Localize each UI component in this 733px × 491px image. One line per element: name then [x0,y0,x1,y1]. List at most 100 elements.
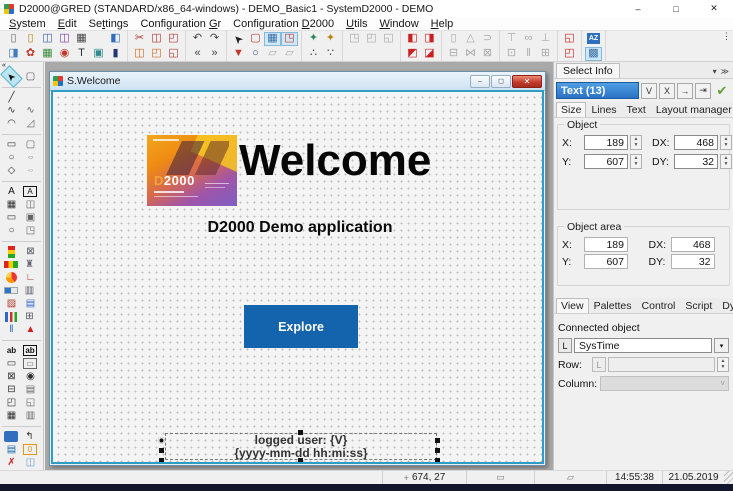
text-settings[interactable]: T [73,47,90,61]
show-grid[interactable]: ▩ [585,47,602,61]
rounded-rect-tool[interactable]: ▢ [21,138,40,151]
align-center[interactable]: △ [462,32,479,46]
row-field[interactable] [608,357,715,372]
filled-frame-tool[interactable]: ▣ [21,211,40,224]
next-object-button[interactable]: → [677,83,693,99]
field-spinner[interactable]: ▲▼ [720,135,732,150]
eraser-2[interactable]: ▱ [281,47,298,61]
row-spinner[interactable]: ▲▼ [717,357,729,372]
jump-tool[interactable]: ↰ [20,430,39,443]
picture-window[interactable]: ◧ [107,32,124,46]
selection-handle[interactable] [435,438,440,443]
zoom[interactable]: ○ [247,47,264,61]
prev[interactable]: « [189,47,206,61]
field-value[interactable]: 468 [674,135,718,150]
histogram-tool[interactable]: ⊞ [20,310,39,323]
group[interactable]: ◳ [346,32,363,46]
panel-pin-icon[interactable]: ≫ [721,67,729,76]
align-bottom[interactable]: ⊥ [537,32,554,46]
browser-tool[interactable]: ▥ [21,409,40,422]
copy-special[interactable]: ◫ [131,47,148,61]
cut[interactable]: ✂ [131,32,148,46]
numeric-tool[interactable]: 0 [23,444,37,455]
menu-window[interactable]: Window [374,18,425,30]
row-ref-button[interactable]: L [592,357,606,372]
demo-subtitle[interactable]: D2000 Demo application [53,219,544,237]
ellipse-tool[interactable]: ○ [21,154,40,161]
box-indicator-tool[interactable]: ⊠ [21,245,40,258]
welcome-headline[interactable]: Welcome [239,136,431,186]
bar-graph-tool[interactable] [5,312,17,322]
grid-on[interactable]: ▦ [264,32,281,46]
field-spinner[interactable]: ▲▼ [720,154,732,169]
arc-tool[interactable]: ◠ [2,117,21,130]
tab-size[interactable]: Size [556,102,586,117]
toolbar-overflow-icon[interactable]: ⋮ [722,31,731,42]
textbox-tool[interactable]: A [23,186,37,197]
list-box-tool[interactable]: ⊟ [2,383,21,396]
picture-restore-button[interactable]: ◻ [491,75,511,88]
ring-tool[interactable]: ○ [2,224,21,237]
selected-text-object[interactable]: logged user: {V} {yyyy-mm-dd hh:mi:ss} [165,433,437,460]
delete-tool[interactable]: ✗ [2,456,21,469]
auto-name[interactable]: AZ [587,33,600,44]
checkbox-tool[interactable]: ⊠ [2,370,21,383]
menu-settings[interactable]: Settings [83,18,135,30]
selection-handle[interactable] [159,448,164,453]
same-size[interactable]: ⊠ [479,47,496,61]
pie-chart-tool[interactable] [6,272,17,283]
regroup[interactable]: ◱ [380,32,397,46]
column-combo[interactable]: ˅ [600,376,729,391]
freehand-tool[interactable]: ∿ [21,104,40,117]
diamond-tool[interactable]: ◇ [2,164,21,177]
levels-tool[interactable]: ▤ [21,297,40,310]
menu-configuration-gr[interactable]: Configuration Gr [134,18,227,30]
table-tool[interactable]: ▦ [2,409,21,422]
rectangle-tool[interactable]: ▭ [2,138,21,151]
progress-tool[interactable] [4,287,18,294]
pattern-tool[interactable]: ▨ [2,297,21,310]
select-area[interactable]: ▢ [247,32,264,46]
column-indicator-tool[interactable] [8,246,15,258]
selection-handle[interactable] [298,458,303,463]
grid-tool[interactable]: ▦ [2,198,21,211]
paste-multi[interactable]: ◱ [165,47,182,61]
menu-system[interactable]: System [3,18,52,30]
picture-close-button[interactable]: ✕ [512,75,542,88]
notebook-tool[interactable]: ◱ [21,396,40,409]
bring-forward[interactable]: ◩ [404,47,421,61]
label-tool[interactable]: ab [2,344,21,357]
menu-edit[interactable]: Edit [52,18,83,30]
resize-grip[interactable] [724,471,733,484]
open[interactable]: ▯ [22,32,39,46]
center-h[interactable]: ⊡ [503,47,520,61]
picture-minimize-button[interactable]: – [470,75,490,88]
undo[interactable]: ↶ [189,32,206,46]
copy[interactable]: ◫ [148,32,165,46]
tab-folder-tool[interactable]: ◰ [2,396,21,409]
bar-indicator-tool[interactable] [4,261,18,268]
maximize-button[interactable]: □ [657,0,695,17]
send-to-back[interactable]: ◨ [421,32,438,46]
bring-to-front[interactable]: ◧ [404,32,421,46]
nodes-2[interactable]: ∵ [322,47,339,61]
paste-special[interactable]: ◰ [148,47,165,61]
delete-button[interactable]: X [659,83,675,99]
save[interactable]: ◫ [39,32,56,46]
object-dropdown-button[interactable]: ▾ [714,338,729,353]
polyline-tool[interactable]: ∿ [2,104,21,117]
connect-objects[interactable]: ✦ [305,32,322,46]
select-info-tab[interactable]: Select Info [556,63,620,78]
field-value[interactable]: 189 [584,135,628,150]
paste[interactable]: ◰ [165,32,182,46]
brochure-image[interactable]: D2000 [147,135,237,206]
apply-check-icon[interactable]: ✔ [713,83,731,99]
circle-tool[interactable]: ○ [2,151,21,164]
tab-script[interactable]: Script [680,298,717,313]
distribute[interactable]: ⊞ [537,47,554,61]
field-value[interactable]: 32 [674,154,718,169]
save-all[interactable]: ◫ [56,32,73,46]
tab-palettes[interactable]: Palettes [589,298,637,313]
tab-control[interactable]: Control [637,298,681,313]
selection-handle[interactable] [298,430,303,435]
